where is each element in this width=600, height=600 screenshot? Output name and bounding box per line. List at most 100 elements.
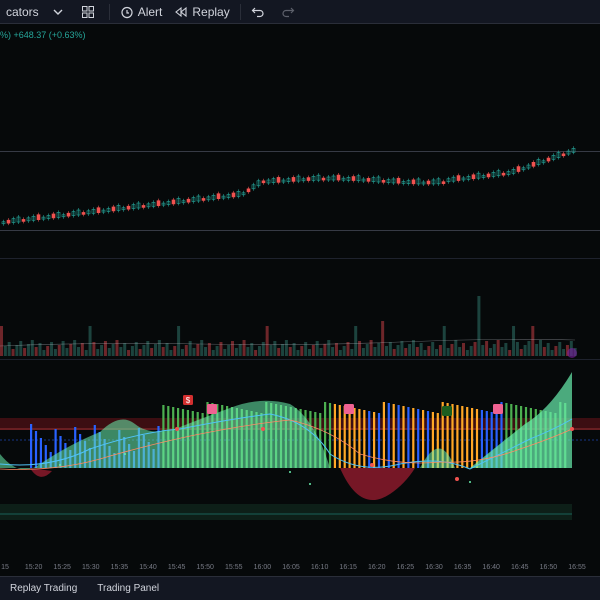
volume-bar xyxy=(488,348,492,356)
volume-bar xyxy=(7,342,11,356)
candle-body xyxy=(276,177,281,183)
oscillator-pane: $ xyxy=(0,348,600,520)
volume-bar xyxy=(196,344,200,356)
time-tick-label: 16:50 xyxy=(539,564,558,571)
volume-bar xyxy=(342,346,346,356)
lower-band xyxy=(0,504,572,520)
volume-histogram xyxy=(0,296,577,356)
volume-bar xyxy=(515,342,519,356)
volume-bar xyxy=(281,344,285,356)
tab-trading-panel[interactable]: Trading Panel xyxy=(87,583,169,594)
oscillator-histogram-bar xyxy=(353,408,356,468)
volume-bar xyxy=(234,348,238,356)
volume-bar xyxy=(492,344,496,356)
candle-body xyxy=(156,200,161,206)
redo-icon xyxy=(282,7,295,17)
tab-replay-trading[interactable]: Replay Trading xyxy=(0,583,87,594)
volume-bar xyxy=(238,344,242,356)
volume-bar xyxy=(477,296,481,356)
oscillator-histogram-bar xyxy=(34,431,38,468)
time-tick-label: 15:25 xyxy=(53,564,71,571)
time-tick-label: 16:00 xyxy=(253,564,272,571)
redo-button[interactable] xyxy=(275,0,305,24)
oscillator-wave-area xyxy=(420,448,455,468)
candle-body xyxy=(246,188,251,193)
volume-bar xyxy=(26,344,30,356)
oscillator-histogram-bar xyxy=(363,410,366,468)
volume-bar xyxy=(250,343,254,356)
time-tick-label: 15:30 xyxy=(82,564,100,571)
signal-dot xyxy=(370,463,374,467)
oscillator-wave-area xyxy=(0,400,330,470)
candle-body xyxy=(561,153,566,157)
oscillator-histogram-bar xyxy=(466,407,469,468)
candle-body xyxy=(306,177,311,181)
volume-bar xyxy=(288,347,292,356)
candle-body xyxy=(201,198,206,201)
candle-body xyxy=(321,177,326,181)
oscillator-histogram-bar xyxy=(373,412,376,468)
toolbar-divider xyxy=(108,3,110,20)
candle-body xyxy=(96,207,101,213)
grid-icon xyxy=(81,5,94,18)
signal-dot xyxy=(124,453,126,455)
volume-bar xyxy=(100,345,104,356)
volume-bar xyxy=(450,344,454,356)
time-tick-label: 16:40 xyxy=(482,564,500,571)
volume-bar xyxy=(284,340,288,356)
volume-bar xyxy=(419,343,423,356)
time-tick-label: 16:10 xyxy=(310,564,329,571)
volume-bar xyxy=(165,343,169,356)
oscillator-histogram-bar xyxy=(382,402,385,468)
volume-bar xyxy=(265,326,269,356)
volume-bar xyxy=(19,341,23,356)
undo-button[interactable] xyxy=(245,0,275,24)
candlestick-series xyxy=(1,146,576,226)
volume-bar xyxy=(269,345,273,356)
candle-body xyxy=(456,175,461,181)
signal-dot xyxy=(469,481,471,483)
volume-bar xyxy=(57,345,61,356)
volume-bar xyxy=(411,340,415,356)
candle-body xyxy=(171,199,176,205)
volume-bar xyxy=(15,345,19,356)
volume-bar xyxy=(53,349,57,356)
oscillator-histogram-bar xyxy=(407,407,410,468)
indicators-button[interactable]: cators xyxy=(0,0,45,24)
volume-bar xyxy=(465,350,469,356)
volume-bar xyxy=(173,346,177,356)
volume-bar xyxy=(157,340,161,356)
volume-bar xyxy=(242,340,246,356)
volume-bar xyxy=(96,349,100,356)
volume-bar xyxy=(150,348,154,356)
alert-button[interactable]: Alert xyxy=(114,0,169,24)
volume-bar xyxy=(373,347,377,356)
candle-body xyxy=(426,180,431,185)
signal-dot xyxy=(289,471,291,473)
layouts-button[interactable] xyxy=(75,0,105,24)
oscillator-histogram-bar xyxy=(377,413,381,468)
time-tick-label: 15:55 xyxy=(225,564,243,571)
volume-bar xyxy=(192,348,196,356)
volume-bar xyxy=(184,345,188,356)
volume-bar xyxy=(46,346,50,356)
candle-body xyxy=(381,180,386,183)
candle-body xyxy=(81,212,86,215)
time-tick-label: 16:15 xyxy=(339,564,357,571)
chart-area[interactable]: %) +648.37 (+0.63%) $ 15 15:20 15:25 15:30 1… xyxy=(0,24,600,576)
time-axis: 15 15:20 15:25 15:30 15:35 15:40 15:45 15:50 15:… xyxy=(0,560,600,576)
volume-bar xyxy=(231,341,234,356)
indicators-dropdown-button[interactable] xyxy=(45,0,75,24)
replay-button[interactable]: Replay xyxy=(168,0,235,24)
candle-body xyxy=(366,178,371,182)
oscillator-histogram-bar xyxy=(456,405,459,468)
volume-bar xyxy=(3,346,7,356)
time-tick-label: 15 xyxy=(1,564,9,571)
candle-body xyxy=(6,219,11,224)
volume-bar xyxy=(408,344,412,356)
volume-bar xyxy=(215,346,219,356)
oscillator-histogram-bar xyxy=(30,424,33,468)
volume-bar xyxy=(400,341,404,356)
volume-bar xyxy=(134,342,138,356)
volume-bar xyxy=(180,349,184,356)
